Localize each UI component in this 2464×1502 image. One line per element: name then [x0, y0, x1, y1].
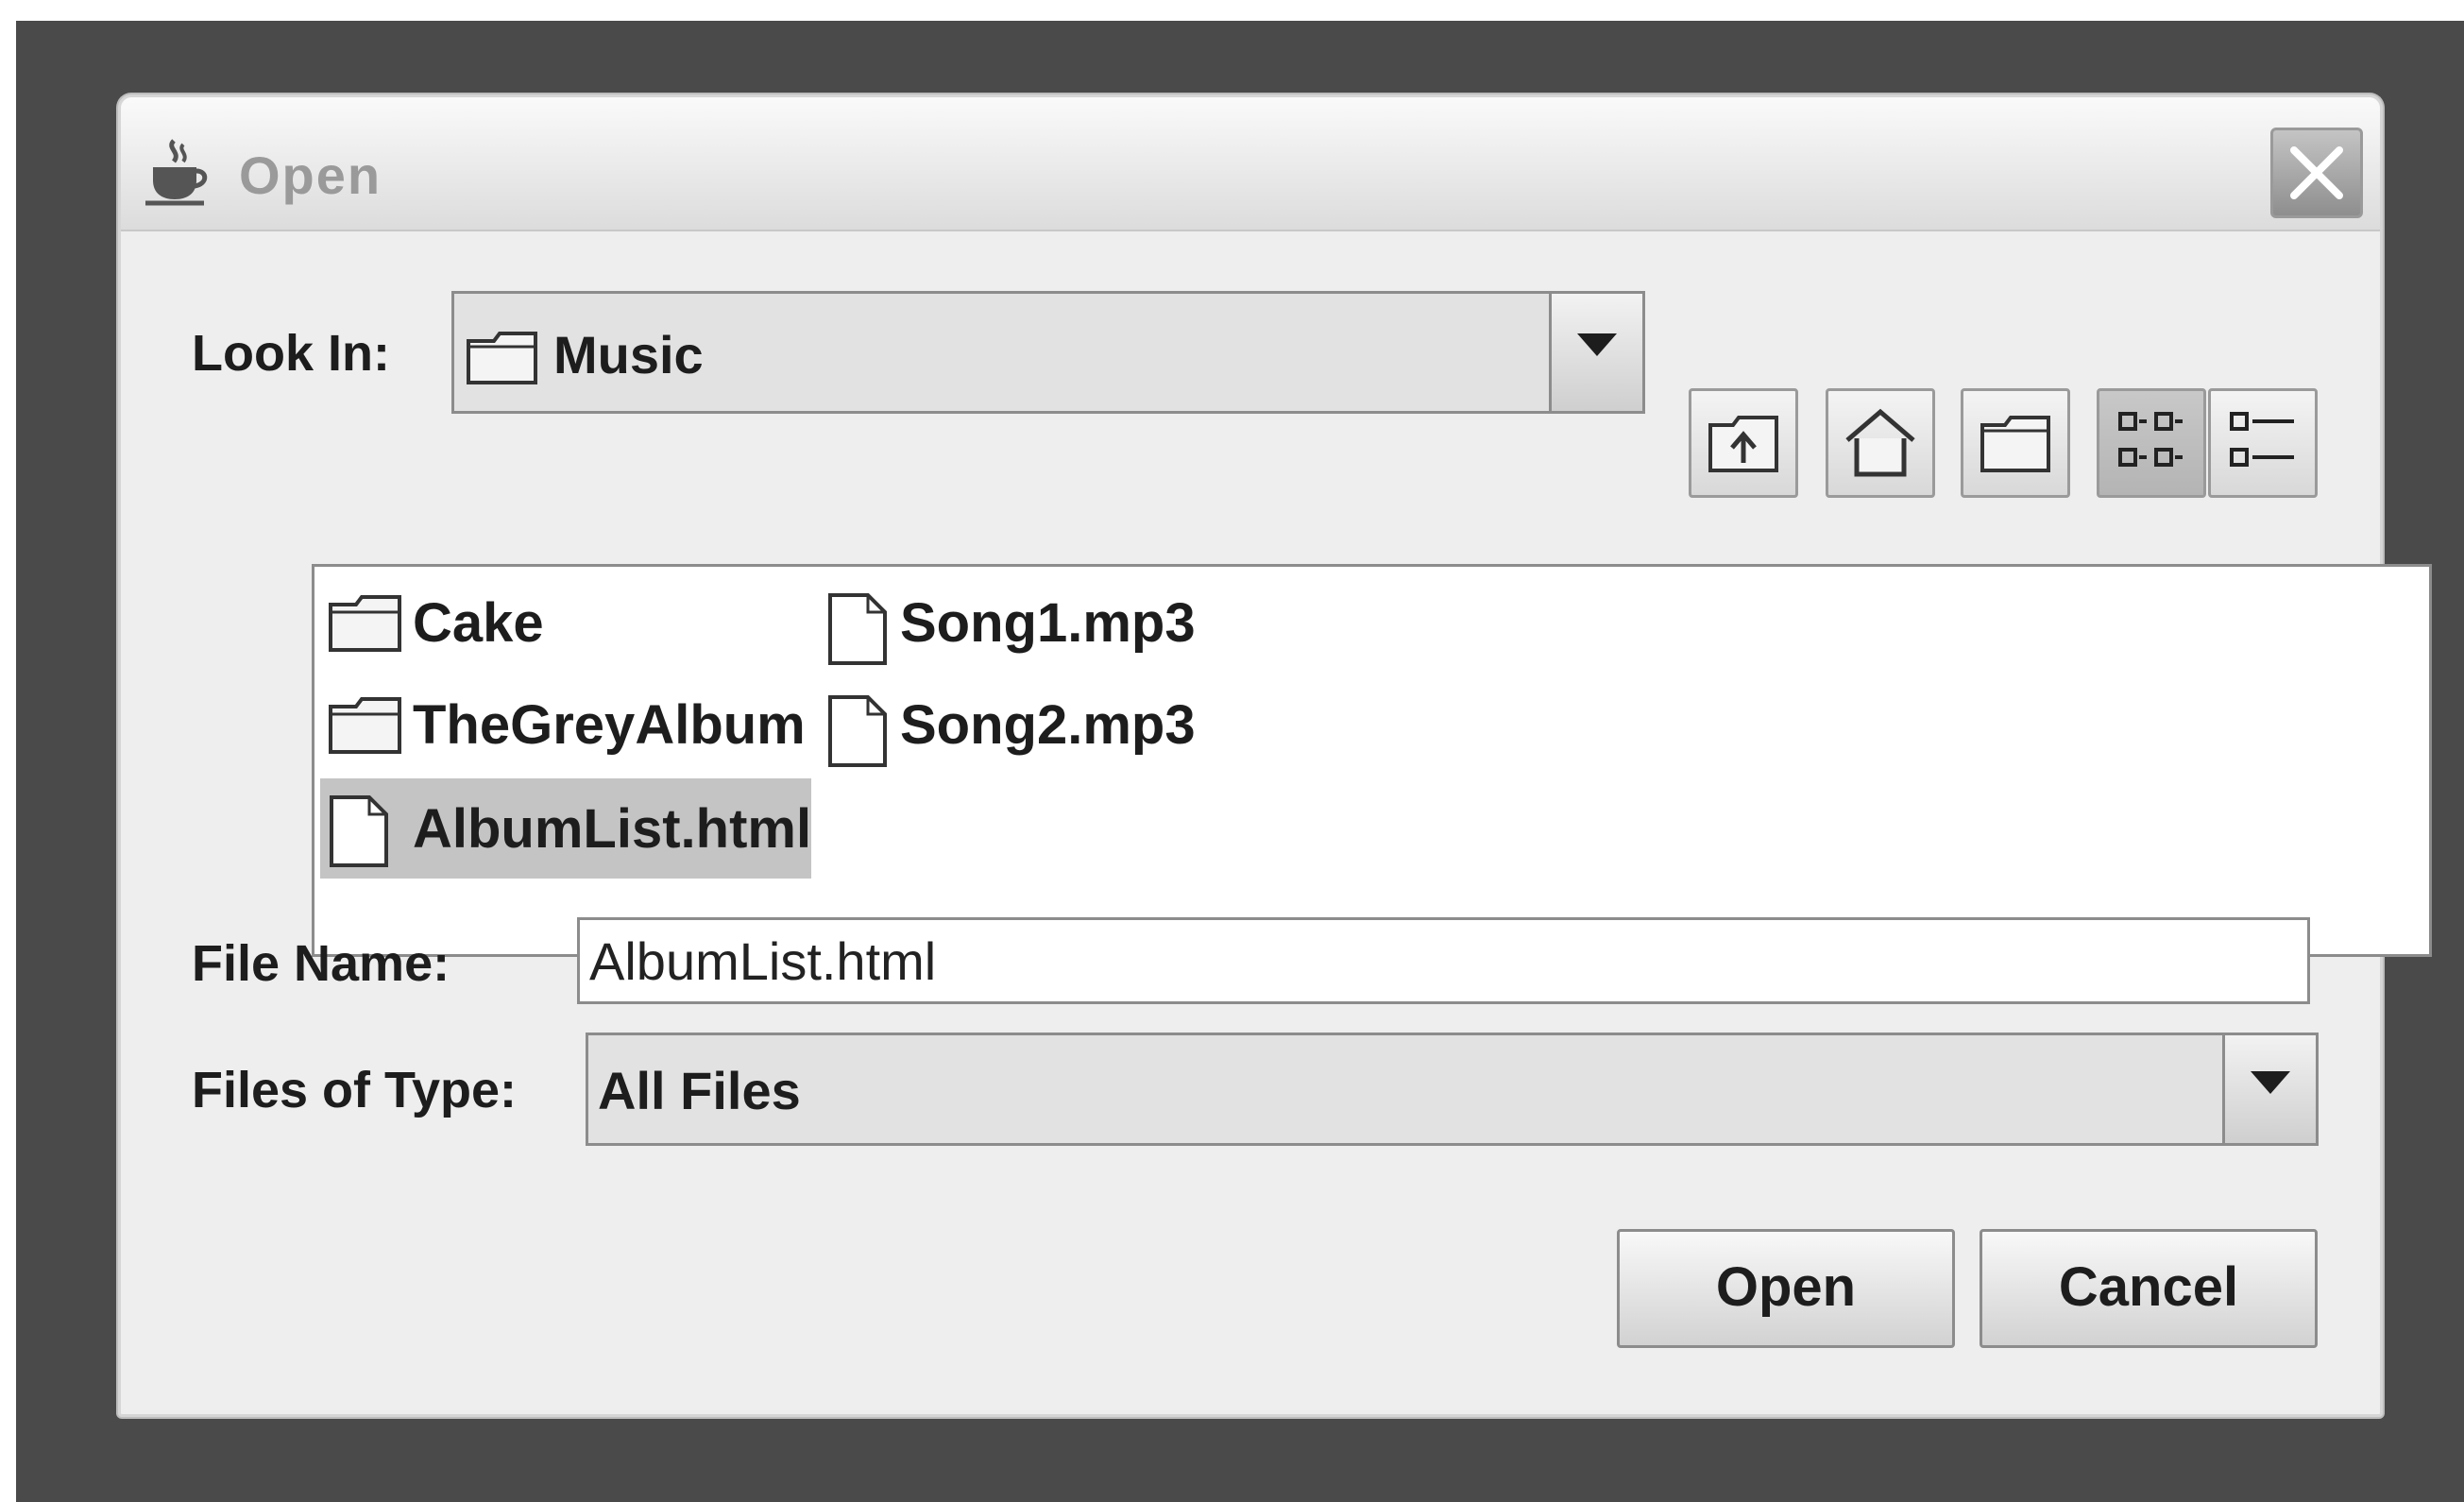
file-icon — [330, 795, 388, 867]
file-list[interactable]: Cake TheGreyAlbum AlbumList.html Song1.m… — [312, 564, 2432, 957]
chevron-down-icon — [1577, 333, 1617, 356]
up-one-level-button[interactable] — [1689, 388, 1798, 498]
dialog-title: Open — [239, 145, 382, 205]
up-one-level-icon — [1708, 416, 1778, 472]
list-item-folder[interactable]: Cake — [320, 576, 811, 671]
folder-icon — [467, 332, 537, 384]
close-button[interactable] — [2270, 128, 2363, 218]
list-item-label: Song2.mp3 — [900, 694, 1196, 756]
look-in-combobox[interactable]: Music — [451, 291, 1645, 414]
files-of-type-dropdown-button[interactable] — [2222, 1035, 2316, 1143]
java-coffee-cup-icon — [145, 139, 208, 206]
files-of-type-combobox[interactable]: All Files — [586, 1033, 2319, 1146]
list-item-file-selected[interactable]: AlbumList.html — [320, 778, 811, 879]
list-view-icon — [2118, 412, 2183, 467]
title-bar[interactable]: Open — [121, 97, 2380, 231]
look-in-label: Look In: — [192, 325, 390, 382]
list-item-label: AlbumList.html — [413, 798, 812, 860]
list-view-button[interactable] — [2097, 388, 2206, 498]
close-icon — [2290, 146, 2343, 199]
files-of-type-label: Files of Type: — [192, 1062, 518, 1118]
look-in-value: Music — [553, 325, 704, 384]
new-folder-icon — [1980, 416, 2050, 472]
details-view-button[interactable] — [2208, 388, 2318, 498]
look-in-dropdown-button[interactable] — [1549, 294, 1642, 411]
cancel-button[interactable]: Cancel — [1980, 1229, 2318, 1348]
folder-icon — [329, 697, 401, 754]
files-of-type-value: All Files — [598, 1061, 801, 1120]
folder-icon — [329, 595, 401, 652]
list-item-label: TheGreyAlbum — [413, 694, 806, 756]
list-item-folder[interactable]: TheGreyAlbum — [320, 678, 811, 773]
list-item-file[interactable]: Song2.mp3 — [819, 678, 1215, 773]
open-button[interactable]: Open — [1617, 1229, 1955, 1348]
file-name-input[interactable] — [577, 917, 2310, 1004]
list-item-label: Cake — [413, 592, 544, 654]
file-icon — [828, 695, 887, 767]
chevron-down-icon — [2251, 1071, 2290, 1094]
new-folder-button[interactable] — [1961, 388, 2070, 498]
list-item-file[interactable]: Song1.mp3 — [819, 576, 1215, 671]
home-button[interactable] — [1826, 388, 1935, 498]
list-item-label: Song1.mp3 — [900, 592, 1196, 654]
home-icon — [1845, 408, 1915, 477]
file-name-label: File Name: — [192, 935, 450, 992]
details-view-icon — [2230, 412, 2294, 467]
file-icon — [828, 593, 887, 665]
open-file-dialog: Open Look In: Music Cake TheGreyAlbum Al… — [118, 94, 2432, 1417]
